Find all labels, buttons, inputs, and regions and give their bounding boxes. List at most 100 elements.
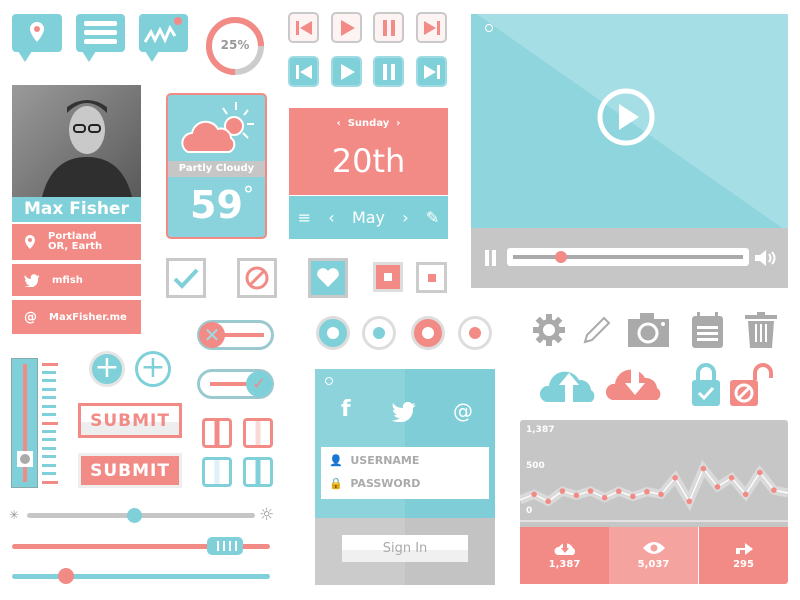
data-point[interactable] [601, 494, 608, 501]
pause-icon [382, 19, 395, 36]
data-point[interactable] [630, 493, 636, 500]
progress-label: 25% [220, 38, 250, 52]
split-toggle-teal-light[interactable] [202, 457, 232, 487]
video-controls [471, 228, 788, 288]
login-fields: 👤 USERNAME 🔒 PASSWORD [321, 447, 489, 499]
username-field[interactable]: 👤 USERNAME [329, 454, 419, 467]
pause-button[interactable] [373, 12, 404, 43]
stat-downloads: 1,387 [520, 527, 609, 584]
next-button[interactable] [416, 12, 447, 43]
data-point[interactable] [587, 488, 594, 494]
toggle-on[interactable]: ✓ [197, 369, 274, 399]
profile-location: Portland OR, Earth [12, 224, 141, 260]
play-icon[interactable] [596, 87, 656, 147]
data-point[interactable] [644, 488, 650, 495]
split-toggle-coral-light[interactable] [243, 418, 273, 448]
stop-toggle-filled[interactable] [373, 262, 403, 292]
data-point[interactable] [742, 491, 749, 498]
brightness-slider[interactable] [27, 508, 255, 523]
calendar-icon[interactable] [692, 312, 723, 348]
previous-button-teal[interactable] [288, 56, 319, 87]
weather-temp: 59° [190, 183, 254, 227]
sign-in-button[interactable]: Sign In [342, 535, 468, 562]
cloud-download-icon [553, 543, 575, 555]
video-player[interactable] [471, 14, 788, 228]
radio-coral[interactable] [458, 316, 492, 350]
data-point[interactable] [545, 498, 552, 505]
coral-slider-handle[interactable] [207, 537, 243, 555]
line-chart [520, 459, 788, 522]
toggle-off[interactable]: ✕ [197, 320, 274, 350]
lock-icon[interactable] [691, 362, 721, 407]
submit-button-outline[interactable]: SUBMIT [78, 403, 182, 438]
brightness-slider-knob[interactable] [127, 508, 142, 523]
checkbox-checked[interactable] [166, 258, 206, 298]
split-toggle-teal[interactable] [243, 457, 273, 487]
play-icon [340, 63, 355, 80]
data-point[interactable] [658, 491, 664, 498]
data-point[interactable] [756, 469, 763, 476]
profile-photo [12, 85, 141, 197]
add-button-filled[interactable]: + [89, 351, 125, 387]
video-progress-track[interactable] [507, 248, 749, 266]
radio-teal-selected[interactable] [316, 316, 350, 350]
location-bubble[interactable] [12, 14, 62, 62]
stop-toggle-outline[interactable] [416, 262, 447, 293]
eye-icon [642, 542, 665, 554]
data-point[interactable] [728, 474, 735, 481]
facebook-icon[interactable]: f [341, 397, 351, 422]
map-pin-icon [25, 235, 35, 249]
pause-button-teal[interactable] [373, 56, 404, 87]
video-dot [485, 24, 493, 32]
radio-teal[interactable] [362, 316, 396, 350]
previous-button[interactable] [288, 12, 319, 43]
profile-website[interactable]: @ MaxFisher.me [12, 300, 141, 334]
radio-coral-selected[interactable] [411, 316, 445, 350]
stat-views: 5,037 [609, 527, 698, 584]
camera-icon[interactable] [628, 313, 669, 347]
month-label: May [351, 208, 386, 227]
pencil-icon[interactable] [582, 315, 612, 345]
menu-icon[interactable]: ≡ [298, 208, 311, 227]
teal-slider-knob[interactable] [58, 568, 74, 584]
profile-twitter[interactable]: mfish [12, 264, 141, 296]
checkbox-blocked[interactable] [237, 258, 277, 298]
activity-bubble[interactable] [139, 14, 188, 62]
play-button-teal[interactable] [331, 56, 362, 87]
data-point[interactable] [700, 465, 707, 472]
cloud-download-icon[interactable] [605, 367, 665, 402]
pencil-icon[interactable]: ✎ [426, 208, 439, 227]
map-pin-icon [30, 22, 44, 42]
password-field[interactable]: 🔒 PASSWORD [329, 477, 420, 490]
pause-icon[interactable] [485, 250, 497, 266]
play-button[interactable] [331, 12, 362, 43]
prev-month[interactable]: ‹ [328, 208, 334, 227]
data-point[interactable] [686, 498, 693, 505]
twitter-icon[interactable] [392, 402, 416, 422]
volume-icon[interactable] [755, 250, 777, 266]
next-month[interactable]: › [402, 208, 408, 227]
data-point[interactable] [615, 488, 622, 495]
data-point[interactable] [714, 483, 721, 490]
add-button-outline[interactable]: + [135, 351, 171, 387]
data-point[interactable] [672, 474, 678, 481]
cloud-upload-icon[interactable] [539, 367, 599, 402]
email-icon[interactable]: @ [453, 399, 473, 423]
menu-bubble[interactable] [76, 14, 125, 62]
vertical-slider-knob[interactable] [17, 451, 33, 467]
data-point[interactable] [559, 488, 566, 494]
favorite-toggle[interactable] [308, 258, 348, 298]
data-point[interactable] [771, 487, 777, 493]
submit-button-filled[interactable]: SUBMIT [78, 453, 182, 488]
split-toggle-coral[interactable] [202, 418, 232, 448]
gear-icon[interactable] [532, 313, 566, 347]
coral-slider[interactable] [12, 537, 270, 555]
vertical-slider[interactable] [11, 358, 38, 488]
data-point[interactable] [531, 491, 537, 498]
trash-icon[interactable] [745, 312, 777, 348]
unlock-icon[interactable] [729, 362, 773, 407]
next-button-teal[interactable] [416, 56, 447, 87]
data-point[interactable] [573, 492, 580, 499]
video-progress-knob[interactable] [555, 251, 567, 263]
teal-slider[interactable] [12, 568, 270, 584]
